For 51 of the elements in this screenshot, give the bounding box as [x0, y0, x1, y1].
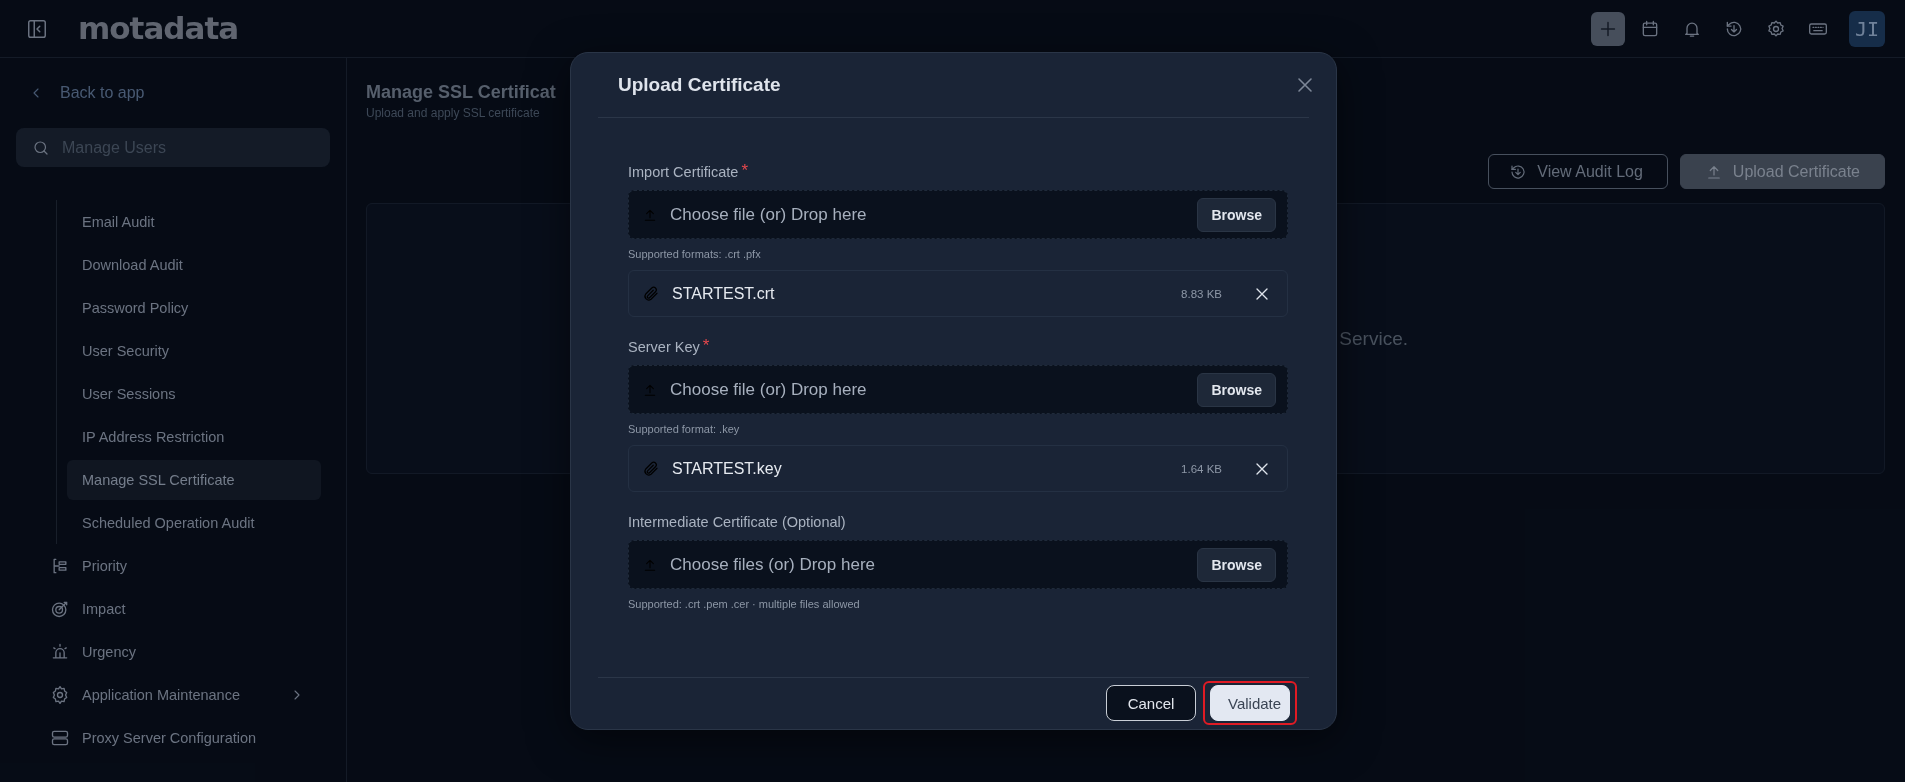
add-button[interactable] — [1591, 11, 1625, 46]
sidebar-item[interactable]: Impact — [16, 587, 305, 630]
sidebar-item[interactable]: Download Audit — [67, 243, 321, 286]
field-label: Import Certificate — [628, 164, 739, 180]
sidebar-item[interactable]: Urgency — [16, 630, 305, 673]
format-hint: Supported format: .key — [628, 423, 741, 435]
sidebar-item[interactable]: Email Audit — [67, 200, 321, 243]
file-dropzone[interactable]: Choose file (or) Drop here Browse — [628, 190, 1288, 239]
sidebar-item[interactable]: Scheduled Operation Audit — [67, 501, 321, 544]
file-size: 8.83 KB — [1181, 287, 1222, 300]
back-link[interactable]: Back to app — [60, 84, 145, 102]
paperclip-icon — [642, 284, 660, 303]
file-name: STARTEST.key — [672, 459, 783, 478]
sidebar-item[interactable]: User Security — [67, 329, 321, 372]
field-label: Server Key — [628, 339, 700, 355]
browse-button[interactable]: Browse — [1197, 547, 1276, 582]
sidebar-collapse-icon[interactable] — [26, 17, 48, 40]
sidebar-item[interactable]: Proxy Server Configuration — [16, 716, 305, 759]
cancel-button[interactable]: Cancel — [1106, 685, 1196, 721]
view-audit-log-button[interactable]: View Audit Log — [1488, 154, 1668, 189]
format-hint: Supported: .crt .pem .cer · multiple files allowed — [628, 598, 861, 610]
validate-button[interactable]: Validate — [1210, 685, 1290, 721]
file-size: 1.64 KB — [1181, 462, 1222, 475]
sidebar-item[interactable]: Password Policy — [67, 286, 321, 329]
history-icon — [1509, 162, 1528, 181]
paperclip-icon — [642, 459, 660, 478]
page-title: Manage SSL Certificat — [366, 82, 557, 103]
calendar-icon[interactable] — [1640, 18, 1660, 39]
gear-icon — [50, 684, 70, 705]
dialog-title: Upload Certificate — [618, 74, 782, 96]
card-message: Service. — [1339, 327, 1408, 350]
format-hint: Supported formats: .crt .pfx — [628, 248, 762, 260]
field-label: Intermediate Certificate (Optional) — [628, 514, 846, 530]
file-name: STARTEST.crt — [672, 284, 776, 303]
sidebar-item[interactable]: IP Address Restriction — [67, 415, 321, 458]
file-dropzone[interactable]: Choose file (or) Drop here Browse — [628, 365, 1288, 414]
settings-icon[interactable] — [1766, 18, 1786, 39]
sidebar-item[interactable]: User Sessions — [67, 372, 321, 415]
sidebar-item[interactable]: Application Maintenance — [16, 673, 305, 716]
upload-certificate-button[interactable]: Upload Certificate — [1679, 154, 1885, 189]
browse-button[interactable]: Browse — [1197, 197, 1276, 232]
app-logo: motadata — [78, 13, 239, 44]
user-avatar[interactable]: JI — [1849, 10, 1885, 47]
browse-button[interactable]: Browse — [1197, 372, 1276, 407]
required-mark: * — [741, 164, 749, 178]
file-dropzone[interactable]: Choose files (or) Drop here Browse — [628, 540, 1288, 589]
sidebar-item[interactable]: Priority — [16, 544, 305, 587]
siren-icon — [50, 641, 70, 662]
required-mark: * — [702, 339, 710, 353]
sidebar-item[interactable]: Manage SSL Certificate — [67, 459, 321, 500]
page-subtitle: Upload and apply SSL certificate — [366, 106, 541, 120]
